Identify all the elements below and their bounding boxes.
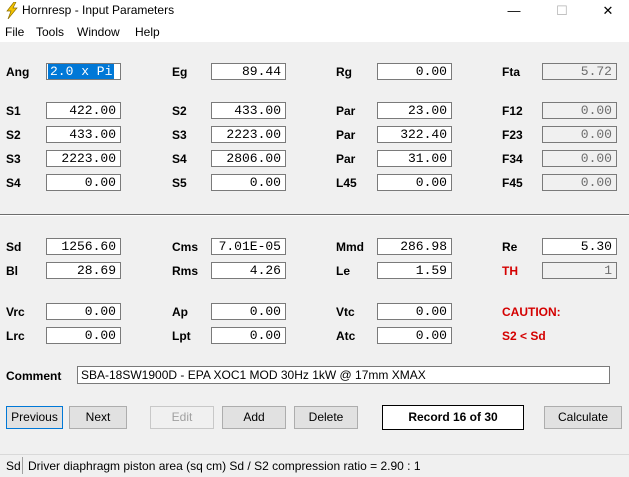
close-button[interactable]: ✕ [585,0,629,22]
ang-label: Ang [6,65,30,79]
f12-field: 0.00 [542,102,617,119]
bl-field[interactable]: 28.69 [46,262,121,279]
lpt-label: Lpt [172,329,191,343]
par2-field[interactable]: 322.40 [377,126,452,143]
s5-label: S5 [172,176,187,190]
window-title: Hornresp - Input Parameters [22,3,175,17]
vrc-field[interactable]: 0.00 [46,303,121,320]
menu-help[interactable]: Help [135,25,160,39]
ang-field[interactable]: 2.0 x Pi [46,63,121,80]
record-indicator: Record 16 of 30 [382,405,524,430]
ang-value: 2.0 x Pi [48,64,115,79]
eg-label: Eg [172,65,188,79]
f45-field: 0.00 [542,174,617,191]
ap-label: Ap [172,305,188,319]
s4b-label: S4 [6,176,21,190]
cms-label: Cms [172,240,199,254]
par2-label: Par [336,128,356,142]
s4-field[interactable]: 2806.00 [211,150,286,167]
f23-label: F23 [502,128,523,142]
s1-label: S1 [6,104,21,118]
maximize-button[interactable]: ☐ [539,0,585,22]
vrc-label: Vrc [6,305,25,319]
caution-title: CAUTION: [502,305,561,319]
atc-field[interactable]: 0.00 [377,327,452,344]
bl-label: Bl [6,264,18,278]
s4b-field[interactable]: 0.00 [46,174,121,191]
s2-label: S2 [172,104,187,118]
s2-field[interactable]: 433.00 [211,102,286,119]
comment-field[interactable]: SBA-18SW1900D - EPA XOC1 MOD 30Hz 1kW @ … [77,366,610,384]
par3-label: Par [336,152,356,166]
next-button[interactable]: Next [69,406,127,429]
edit-button[interactable]: Edit [150,406,214,429]
fta-label: Fta [502,65,520,79]
f34-field: 0.00 [542,150,617,167]
ap-field[interactable]: 0.00 [211,303,286,320]
s2b-label: S2 [6,128,21,142]
fta-field: 5.72 [542,63,617,80]
atc-label: Atc [336,329,356,343]
status-text: Driver diaphragm piston area (sq cm) Sd … [28,459,421,473]
lrc-field[interactable]: 0.00 [46,327,121,344]
menu-file[interactable]: File [5,25,24,39]
s3-label: S3 [172,128,187,142]
th-field: 1 [542,262,617,279]
lpt-field[interactable]: 0.00 [211,327,286,344]
s4-label: S4 [172,152,187,166]
rg-label: Rg [336,65,352,79]
s5-field[interactable]: 0.00 [211,174,286,191]
status-separator [22,457,23,474]
vtc-label: Vtc [336,305,355,319]
s3b-field[interactable]: 2223.00 [46,150,121,167]
caution-message: S2 < Sd [502,329,546,343]
cms-field[interactable]: 7.01E-05 [211,238,286,255]
lrc-label: Lrc [6,329,25,343]
section-divider-highlight [0,215,629,216]
s2b-field[interactable]: 433.00 [46,126,121,143]
comment-label: Comment [6,369,62,383]
f34-label: F34 [502,152,523,166]
add-button[interactable]: Add [222,406,286,429]
s1-field[interactable]: 422.00 [46,102,121,119]
menu-window[interactable]: Window [77,25,120,39]
s3b-label: S3 [6,152,21,166]
re-field[interactable]: 5.30 [542,238,617,255]
mmd-field[interactable]: 286.98 [377,238,452,255]
par3-field[interactable]: 31.00 [377,150,452,167]
rms-field[interactable]: 4.26 [211,262,286,279]
rms-label: Rms [172,264,199,278]
status-bar: Sd Driver diaphragm piston area (sq cm) … [0,454,629,477]
l45-field[interactable]: 0.00 [377,174,452,191]
lightning-bolt-icon [6,2,18,19]
l45-label: L45 [336,176,357,190]
f12-label: F12 [502,104,523,118]
status-key: Sd [6,459,21,473]
eg-field[interactable]: 89.44 [211,63,286,80]
calculate-button[interactable]: Calculate [544,406,622,429]
s3-field[interactable]: 2223.00 [211,126,286,143]
vtc-field[interactable]: 0.00 [377,303,452,320]
sd-field[interactable]: 1256.60 [46,238,121,255]
re-label: Re [502,240,518,254]
le-label: Le [336,264,351,278]
delete-button[interactable]: Delete [294,406,358,429]
mmd-label: Mmd [336,240,364,254]
par1-field[interactable]: 23.00 [377,102,452,119]
par1-label: Par [336,104,356,118]
rg-field[interactable]: 0.00 [377,63,452,80]
sd-label: Sd [6,240,22,254]
menu-tools[interactable]: Tools [36,25,64,39]
previous-button[interactable]: Previous [6,406,63,429]
le-field[interactable]: 1.59 [377,262,452,279]
title-bar: Hornresp - Input Parameters — ☐ ✕ [0,0,629,22]
minimize-button[interactable]: — [491,0,537,22]
menu-bar: File Tools Window Help [0,22,629,42]
th-label: TH [502,264,518,278]
f45-label: F45 [502,176,523,190]
f23-field: 0.00 [542,126,617,143]
